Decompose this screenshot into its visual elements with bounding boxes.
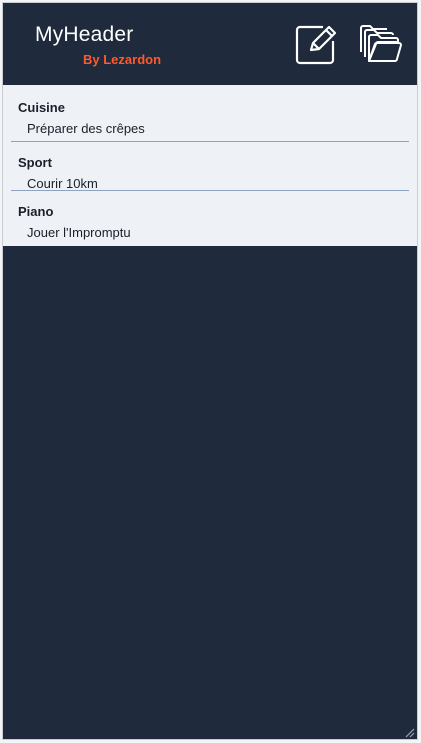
edit-icon [295,25,337,65]
resize-grip-icon[interactable] [403,725,415,738]
task-list: Cuisine Préparer des crêpes Sport Courir… [3,85,417,246]
list-item-title: Sport [18,155,52,170]
list-item-title: Piano [18,204,54,219]
list-item[interactable]: Cuisine Préparer des crêpes [3,85,417,141]
app-header: MyHeader By Lezardon [3,3,417,85]
list-item-description: Préparer des crêpes [27,121,145,136]
app-window: MyHeader By Lezardon Cuisine Préparer de… [3,3,417,739]
list-item-description: Jouer l'Impromptu [27,225,131,240]
list-item[interactable]: Piano Jouer l'Impromptu [3,190,417,240]
open-folder-button[interactable] [357,21,403,67]
list-item[interactable]: Sport Courir 10km [3,141,417,191]
header-subtitle: By Lezardon [83,52,162,67]
list-item-title: Cuisine [18,100,65,115]
header-title: MyHeader [35,23,134,46]
edit-button[interactable] [293,21,339,67]
folder-icon [360,25,402,62]
